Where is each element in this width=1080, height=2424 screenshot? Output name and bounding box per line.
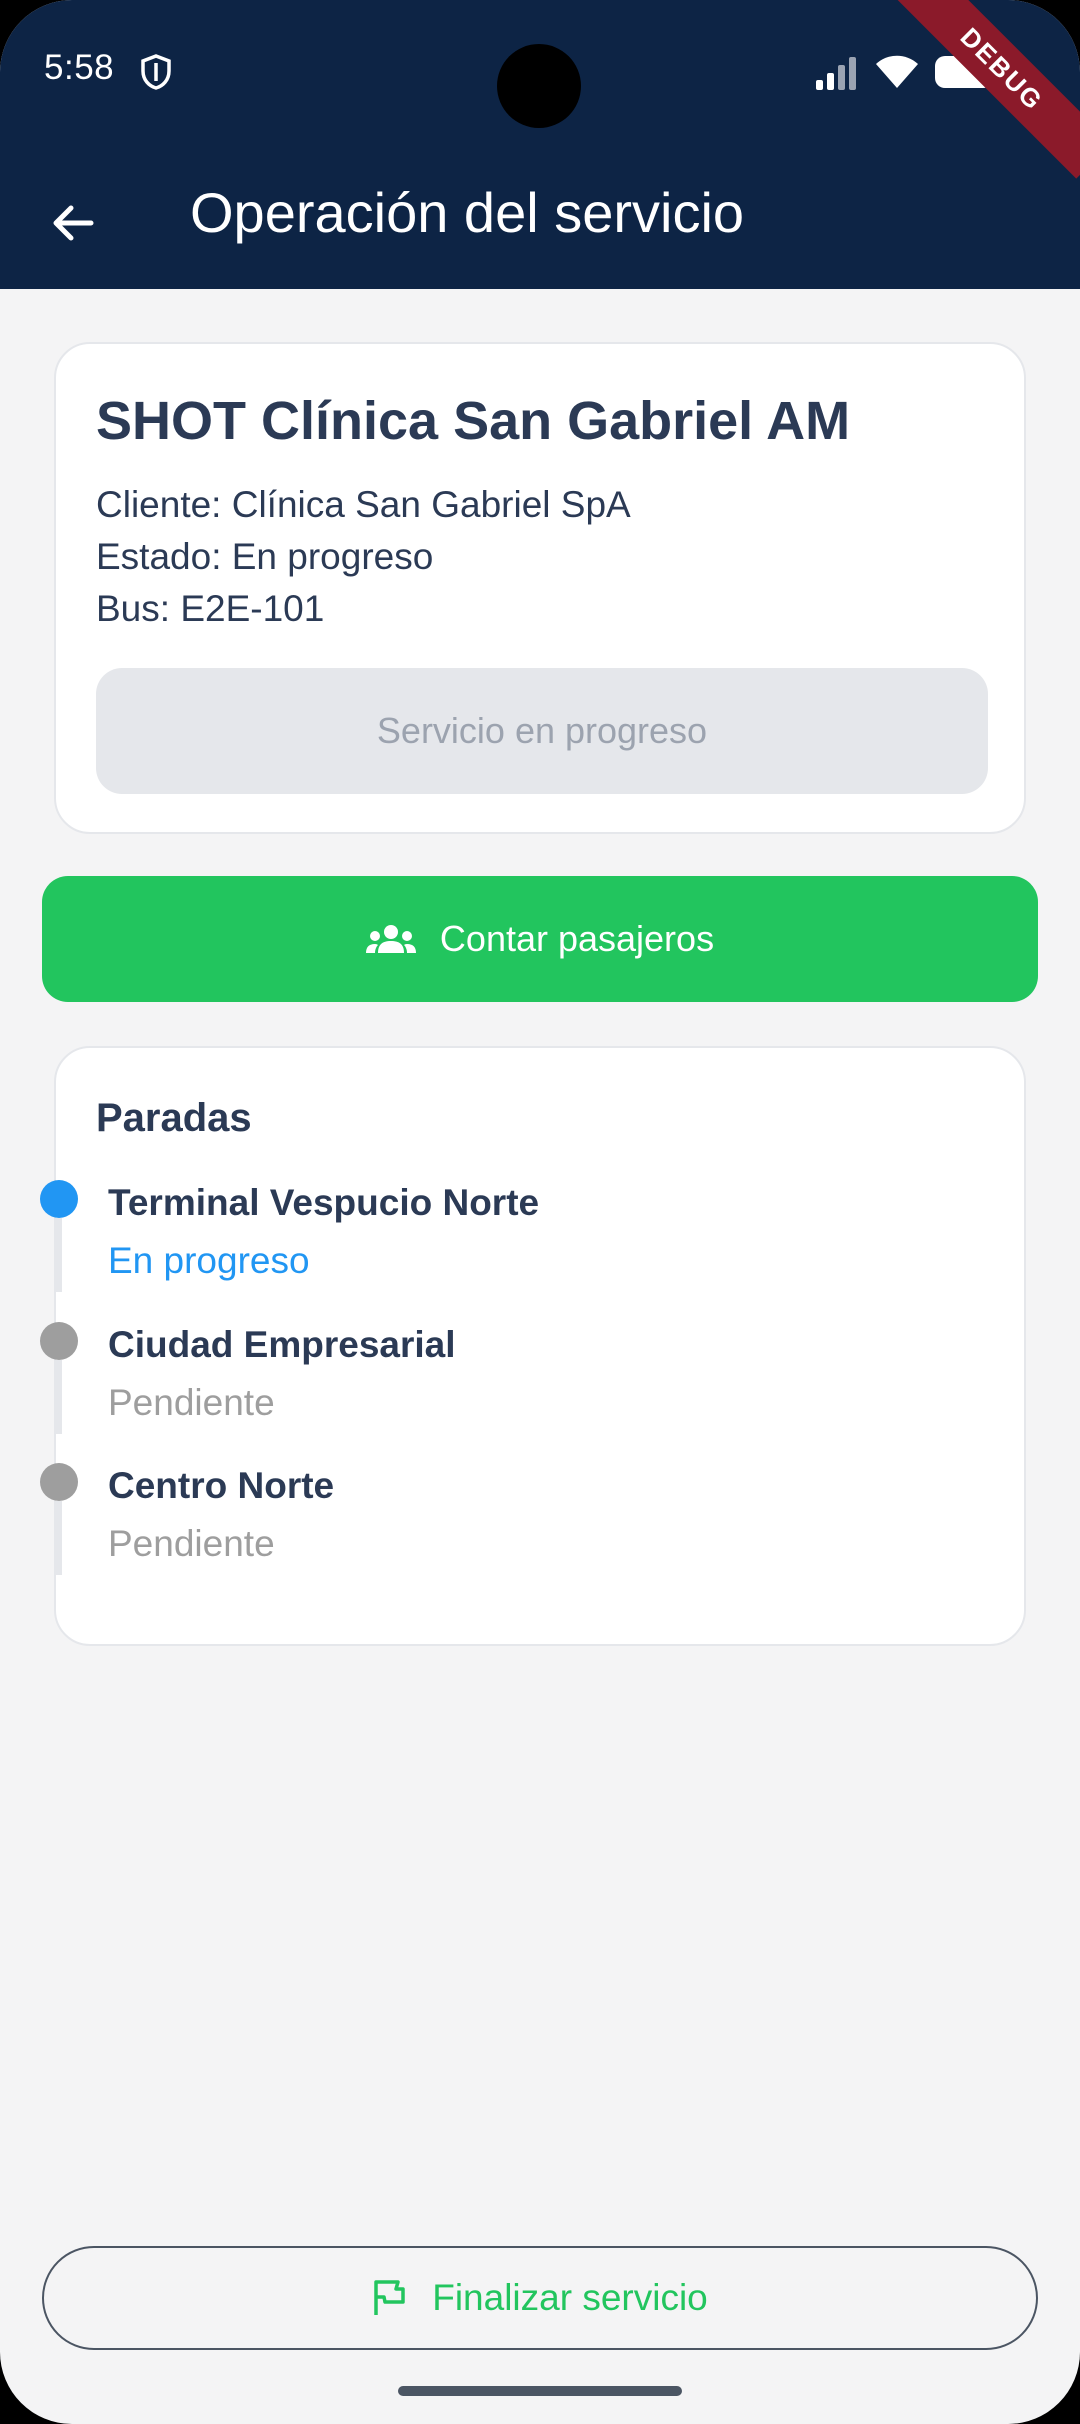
app-bar: Operación del servicio bbox=[0, 150, 1080, 280]
shield-icon bbox=[141, 54, 171, 90]
stop-name: Centro Norte bbox=[108, 1465, 335, 1506]
header: 5:58 DEBUG Operación del servicio bbox=[0, 0, 1080, 289]
stop-status: En progreso bbox=[108, 1240, 310, 1281]
stop-item: Centro Norte Pendiente bbox=[0, 1463, 972, 1605]
stop-dot bbox=[40, 1180, 78, 1218]
stops-title: Paradas bbox=[96, 1096, 252, 1140]
front-camera bbox=[497, 44, 581, 128]
flag-icon bbox=[374, 2280, 405, 2315]
finish-service-label: Finalizar servicio bbox=[432, 2277, 708, 2318]
phone-screen: 5:58 DEBUG Operación del servicio SHOT C… bbox=[0, 0, 1080, 2424]
status-time: 5:58 bbox=[44, 48, 115, 87]
wifi-icon bbox=[876, 55, 918, 88]
finish-service-button[interactable]: Finalizar servicio bbox=[42, 2246, 1038, 2350]
service-title: SHOT Clínica San Gabriel AM bbox=[96, 391, 851, 451]
service-in-progress-button: Servicio en progreso bbox=[96, 668, 988, 794]
stop-connector bbox=[56, 1218, 62, 1292]
stop-name: Ciudad Empresarial bbox=[108, 1324, 456, 1365]
stop-connector bbox=[56, 1360, 62, 1434]
stop-dot bbox=[40, 1463, 78, 1501]
signal-icon bbox=[816, 57, 856, 90]
back-button[interactable] bbox=[30, 180, 116, 266]
service-state: Estado: En progreso bbox=[96, 536, 434, 577]
stop-item: Ciudad Empresarial Pendiente bbox=[0, 1322, 972, 1464]
stop-connector bbox=[56, 1501, 62, 1575]
stop-status: Pendiente bbox=[108, 1523, 275, 1564]
service-bus: Bus: E2E-101 bbox=[96, 588, 325, 629]
service-card: SHOT Clínica San Gabriel AM Cliente: Clí… bbox=[54, 342, 1026, 834]
stop-dot bbox=[40, 1322, 78, 1360]
back-arrow-icon bbox=[53, 205, 94, 241]
stop-status: Pendiente bbox=[108, 1382, 275, 1423]
people-icon bbox=[365, 925, 416, 953]
stop-item: Terminal Vespucio Norte En progreso bbox=[0, 1180, 972, 1322]
status-bar: 5:58 DEBUG bbox=[0, 0, 1080, 179]
stop-name: Terminal Vespucio Norte bbox=[108, 1182, 540, 1223]
service-client: Cliente: Clínica San Gabriel SpA bbox=[96, 484, 631, 525]
count-passengers-label: Contar pasajeros bbox=[439, 918, 715, 959]
count-passengers-button[interactable]: Contar pasajeros bbox=[42, 876, 1038, 1002]
home-indicator[interactable] bbox=[398, 2386, 682, 2396]
page-title: Operación del servicio bbox=[190, 181, 745, 244]
